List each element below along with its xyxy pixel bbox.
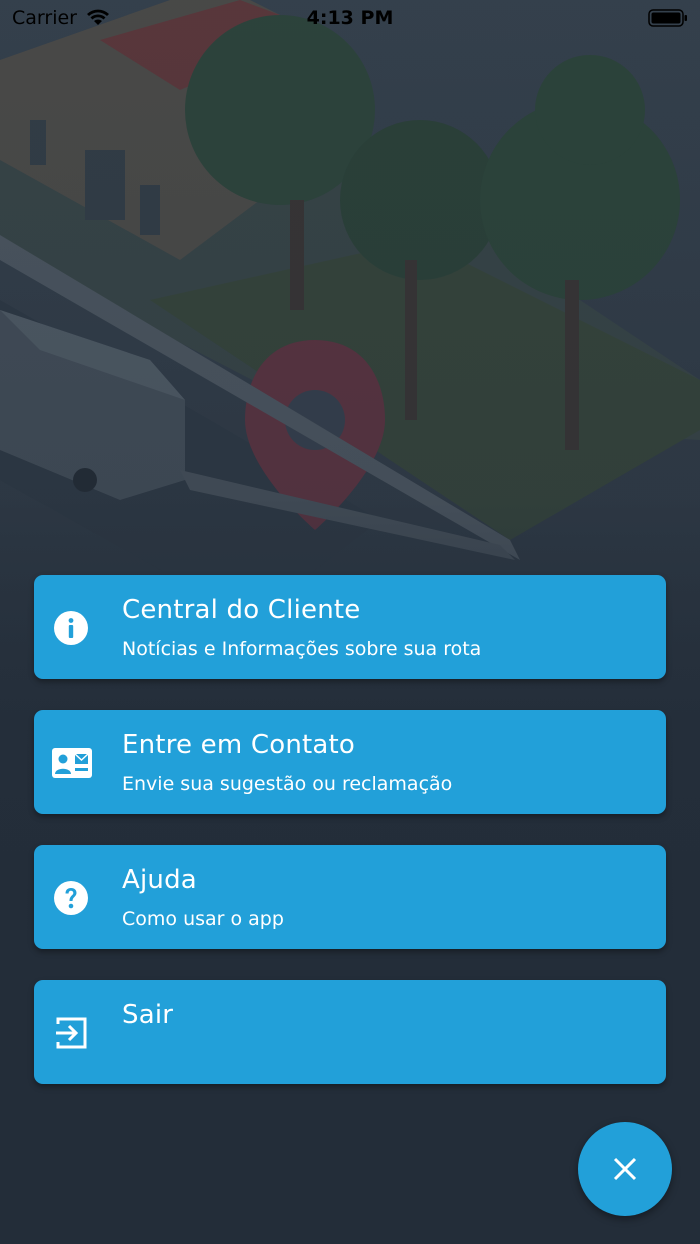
menu-item-entre-em-contato[interactable]: Entre em Contato Envie sua sugestão ou r… bbox=[34, 710, 666, 814]
status-bar: Carrier 4:13 PM bbox=[0, 0, 700, 36]
logout-icon bbox=[52, 1014, 90, 1052]
menu-list: Central do Cliente Notícias e Informaçõe… bbox=[34, 575, 666, 1115]
menu-item-subtitle: Envie sua sugestão ou reclamação bbox=[122, 773, 453, 795]
help-icon bbox=[52, 879, 90, 917]
contact-card-icon bbox=[52, 744, 92, 782]
menu-item-central-do-cliente[interactable]: Central do Cliente Notícias e Informaçõe… bbox=[34, 575, 666, 679]
menu-item-subtitle: Notícias e Informações sobre sua rota bbox=[122, 638, 482, 660]
info-icon bbox=[52, 609, 90, 647]
menu-item-subtitle: Como usar o app bbox=[122, 908, 284, 930]
menu-item-title: Central do Cliente bbox=[122, 595, 361, 625]
battery-icon bbox=[648, 9, 688, 32]
menu-item-title: Entre em Contato bbox=[122, 730, 356, 760]
menu-item-title: Sair bbox=[122, 1000, 174, 1030]
status-time: 4:13 PM bbox=[306, 7, 394, 29]
menu-item-title: Ajuda bbox=[122, 865, 197, 895]
menu-item-ajuda[interactable]: Ajuda Como usar o app bbox=[34, 845, 666, 949]
close-button[interactable] bbox=[578, 1122, 672, 1216]
menu-item-sair[interactable]: Sair bbox=[34, 980, 666, 1084]
